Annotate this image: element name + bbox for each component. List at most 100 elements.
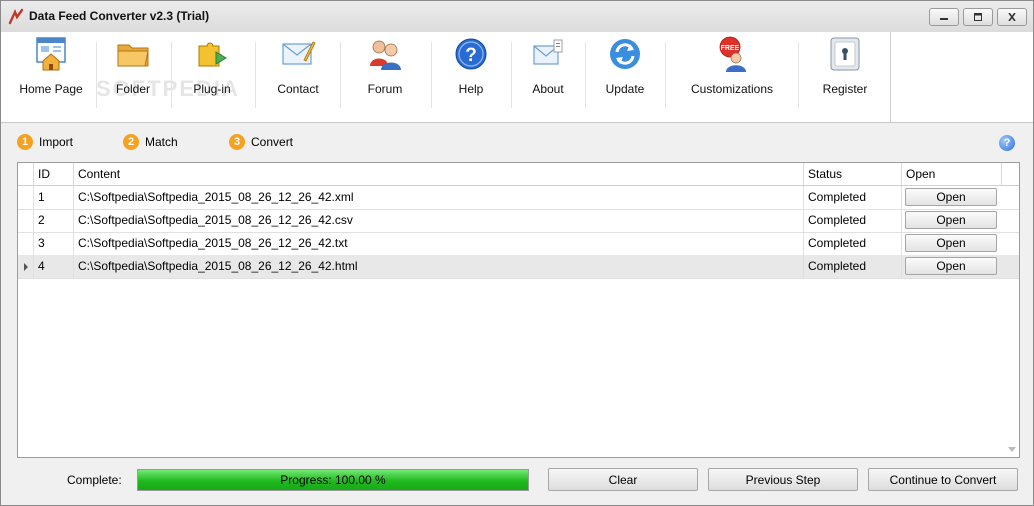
- cell-id: 2: [34, 209, 74, 232]
- cell-status: Completed: [804, 186, 902, 209]
- context-help-icon[interactable]: ?: [999, 135, 1015, 151]
- contact-icon: [282, 41, 316, 65]
- cell-id: 3: [34, 232, 74, 255]
- grid-header: ID Content Status Open: [18, 163, 1019, 186]
- row-header: [18, 232, 34, 255]
- toolbar-help-button[interactable]: ? Help: [435, 32, 507, 114]
- open-button[interactable]: Open: [905, 188, 997, 206]
- register-icon: [830, 37, 860, 71]
- minimize-icon: [940, 18, 948, 20]
- table-row[interactable]: 1 C:\Softpedia\Softpedia_2015_08_26_12_2…: [18, 186, 1019, 210]
- toolbar-label: Contact: [277, 82, 319, 96]
- toolbar-label: Register: [822, 82, 868, 96]
- cell-id: 4: [34, 255, 74, 278]
- clear-button[interactable]: Clear: [548, 468, 698, 491]
- toolbar-separator: [665, 42, 666, 108]
- table-row[interactable]: 2 C:\Softpedia\Softpedia_2015_08_26_12_2…: [18, 209, 1019, 233]
- toolbar-separator: [340, 42, 341, 108]
- toolbar-update-button[interactable]: Update: [589, 32, 661, 114]
- app-logo-icon: [8, 8, 24, 25]
- toolbar-separator: [431, 42, 432, 108]
- free-badge-label: FREE: [721, 45, 740, 52]
- table-row-selected[interactable]: 4 C:\Softpedia\Softpedia_2015_08_26_12_2…: [18, 255, 1019, 279]
- toolbar-label: About: [532, 82, 564, 96]
- toolbar-label: Update: [605, 82, 645, 96]
- toolbar-customizations-button[interactable]: FREE Customizations: [671, 32, 793, 114]
- help-icon: ?: [455, 38, 487, 70]
- window-title: Data Feed Converter v2.3 (Trial): [29, 9, 210, 23]
- toolbar-label: Folder: [115, 82, 150, 96]
- grid-scrollbar[interactable]: [1005, 185, 1019, 456]
- toolbar-contact-button[interactable]: Contact: [259, 32, 337, 114]
- step-number: 1: [17, 134, 33, 150]
- open-button[interactable]: Open: [905, 257, 997, 275]
- folder-icon: [117, 44, 149, 67]
- row-header: [18, 255, 34, 278]
- current-row-arrow-icon: [24, 263, 28, 271]
- open-button[interactable]: Open: [905, 211, 997, 229]
- toolbar-register-button[interactable]: Register: [805, 32, 885, 114]
- toolbar-end-divider: [890, 32, 891, 122]
- toolbar-label: Help: [458, 82, 484, 96]
- continue-to-convert-button[interactable]: Continue to Convert: [868, 468, 1018, 491]
- progress-text: Progress: 100.00 %: [280, 473, 386, 487]
- cell-content: C:\Softpedia\Softpedia_2015_08_26_12_26_…: [74, 209, 804, 232]
- toolbar-separator: [585, 42, 586, 108]
- column-header-status[interactable]: Status: [804, 163, 902, 185]
- row-header-corner: [18, 163, 34, 185]
- open-button[interactable]: Open: [905, 234, 997, 252]
- home-icon: [36, 37, 66, 71]
- progress-bar: Progress: 100.00 %: [137, 469, 529, 491]
- plugin-icon: [198, 42, 227, 67]
- toolbar-separator: [798, 42, 799, 108]
- scroll-down-arrow-icon[interactable]: [1008, 447, 1016, 452]
- step-label: Convert: [251, 135, 294, 149]
- table-row[interactable]: 3 C:\Softpedia\Softpedia_2015_08_26_12_2…: [18, 232, 1019, 256]
- toolbar-separator: [255, 42, 256, 108]
- app-window: Data Feed Converter v2.3 (Trial) SOFTPED…: [0, 0, 1034, 506]
- step-label: Match: [145, 135, 178, 149]
- step-match: 2 Match: [123, 134, 178, 150]
- toolbar-label: Home Page: [19, 82, 83, 96]
- step-indicator: 1 Import 2 Match 3 Convert ?: [1, 123, 1033, 161]
- window-controls: [929, 8, 1027, 26]
- main-toolbar: SOFTPEDIA Home Page Folder Plug-in Conta…: [1, 32, 1033, 123]
- step-number: 2: [123, 134, 139, 150]
- cell-content: C:\Softpedia\Softpedia_2015_08_26_12_26_…: [74, 232, 804, 255]
- cell-id: 1: [34, 186, 74, 209]
- step-number: 3: [229, 134, 245, 150]
- complete-label: Complete:: [67, 473, 122, 487]
- column-header-open[interactable]: Open: [902, 163, 1002, 185]
- cell-content: C:\Softpedia\Softpedia_2015_08_26_12_26_…: [74, 186, 804, 209]
- bottom-bar: Complete: Progress: 100.00 % Clear Previ…: [1, 461, 1033, 501]
- about-icon: [533, 39, 563, 65]
- cell-status: Completed: [804, 232, 902, 255]
- toolbar-folder-button[interactable]: Folder: [99, 32, 167, 114]
- toolbar-label: Forum: [367, 82, 403, 96]
- minimize-button[interactable]: [929, 8, 959, 26]
- close-icon: [1008, 13, 1016, 21]
- results-grid: ID Content Status Open 1 C:\Softpedia\So…: [17, 162, 1020, 458]
- maximize-icon: [974, 13, 982, 21]
- maximize-button[interactable]: [963, 8, 993, 26]
- step-convert: 3 Convert: [229, 134, 293, 150]
- close-button[interactable]: [997, 8, 1027, 26]
- previous-step-button[interactable]: Previous Step: [708, 468, 858, 491]
- toolbar-separator: [96, 42, 97, 108]
- column-header-content[interactable]: Content: [74, 163, 804, 185]
- column-header-id[interactable]: ID: [34, 163, 74, 185]
- toolbar-label: Plug-in: [193, 82, 231, 96]
- row-header: [18, 186, 34, 209]
- toolbar-separator: [511, 42, 512, 108]
- toolbar-about-button[interactable]: About: [515, 32, 581, 114]
- forum-icon: [370, 40, 401, 70]
- update-icon: [610, 39, 640, 69]
- step-import: 1 Import: [17, 134, 73, 150]
- toolbar-plug-in-button[interactable]: Plug-in: [176, 32, 248, 114]
- cell-status: Completed: [804, 255, 902, 278]
- toolbar-home-page-button[interactable]: Home Page: [9, 32, 93, 114]
- title-bar: Data Feed Converter v2.3 (Trial): [1, 1, 1033, 33]
- toolbar-label: Customizations: [690, 82, 774, 96]
- row-header: [18, 209, 34, 232]
- toolbar-forum-button[interactable]: Forum: [345, 32, 425, 114]
